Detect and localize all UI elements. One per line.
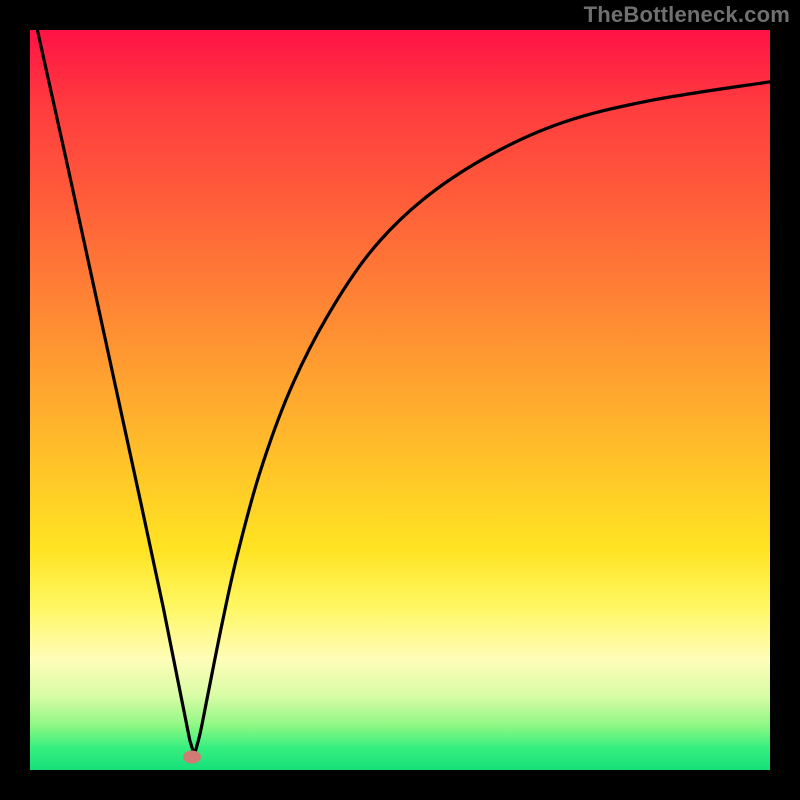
watermark-text: TheBottleneck.com — [584, 2, 790, 28]
bottleneck-curve — [30, 30, 770, 770]
optimum-marker — [183, 750, 201, 763]
chart-frame: TheBottleneck.com — [0, 0, 800, 800]
plot-area — [30, 30, 770, 770]
